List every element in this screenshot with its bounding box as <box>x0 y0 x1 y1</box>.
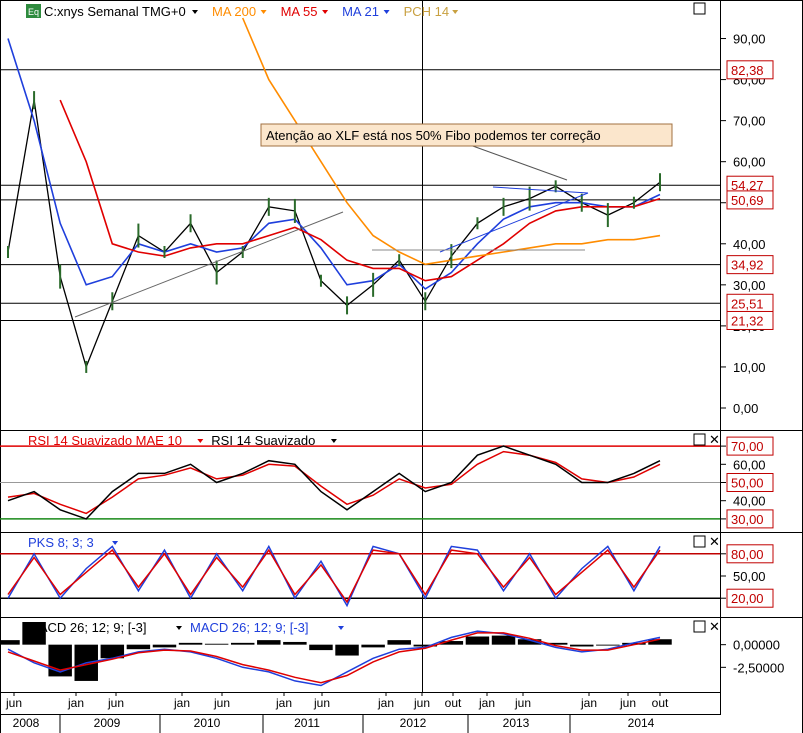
macd-maximize-button[interactable] <box>693 620 706 633</box>
month-label: jan <box>580 696 597 710</box>
price-tick-label: 70,00 <box>733 114 766 129</box>
year-label: 2014 <box>628 716 655 730</box>
legend-item[interactable]: MA 200 <box>212 4 256 19</box>
month-label: jun <box>313 696 330 710</box>
month-label: jun <box>514 696 531 710</box>
month-label: jun <box>5 696 22 710</box>
rsi-close-icon[interactable]: ✕ <box>709 432 720 447</box>
pks-maximize-button[interactable] <box>693 535 706 548</box>
level-tag-text: 80,00 <box>731 547 764 562</box>
price-tick-label: 0,00 <box>733 401 758 416</box>
month-label: out <box>652 696 669 710</box>
legend-item[interactable]: RSI 14 Suavizado MAE 10 <box>28 433 182 448</box>
month-label: jan <box>173 696 190 710</box>
equity-badge-text: Eq <box>28 7 39 17</box>
macd-histogram-bar <box>152 644 177 648</box>
macd-histogram-bar <box>257 640 281 645</box>
macd-histogram-bar <box>230 642 255 645</box>
month-label: jan <box>377 696 394 710</box>
macd-histogram-bar <box>361 644 385 648</box>
price-tick-label: 10,00 <box>733 360 766 375</box>
level-tag-text: 20,00 <box>731 591 764 606</box>
tick-label: 40,00 <box>733 494 766 509</box>
legend-item[interactable]: RSI 14 Suavizado <box>211 433 315 448</box>
macd-close-icon[interactable]: ✕ <box>709 619 720 634</box>
year-label: 2010 <box>194 716 221 730</box>
legend-item[interactable]: MA 55 <box>281 4 318 19</box>
level-tag-text: 30,00 <box>731 512 764 527</box>
month-label: out <box>445 696 462 710</box>
legend-item[interactable]: PCH 14 <box>404 4 450 19</box>
macd-histogram-bar <box>570 644 594 647</box>
legend-item[interactable]: C:xnys Semanal TMG+0 <box>44 4 186 19</box>
tick-label: 50,00 <box>733 569 766 584</box>
month-label: jun <box>213 696 230 710</box>
month-label: jan <box>275 696 292 710</box>
month-label: jun <box>413 696 430 710</box>
macd-histogram-bar <box>178 642 203 645</box>
legend-item[interactable]: PKS 8; 3; 3 <box>28 535 94 550</box>
stock-chart: Atenção ao XLF está nos 50% Fibo podemos… <box>0 0 803 733</box>
macd-histogram-bar <box>0 640 20 645</box>
legend-item[interactable]: MACD 26; 12; 9; [-3] <box>190 620 309 635</box>
macd-histogram-bar <box>335 644 359 656</box>
macd-histogram-bar <box>465 636 490 645</box>
price-level-tag-text: 21,32 <box>731 313 764 328</box>
macd-histogram-bar <box>204 643 229 645</box>
year-label: 2009 <box>94 716 121 730</box>
macd-histogram-bar <box>491 635 516 645</box>
macd-histogram-bar <box>309 644 333 651</box>
year-label: 2008 <box>13 716 40 730</box>
tick-label: -2,50000 <box>733 660 784 675</box>
price-level-tag-text: 50,69 <box>731 193 764 208</box>
macd-histogram-bar <box>648 639 672 645</box>
rsi-axis: 70,00 60,00 50,00 40,00 30,00 <box>720 436 774 529</box>
legend-item[interactable]: MA 21 <box>342 4 379 19</box>
legend-item[interactable]: MACD 26; 12; 9; [-3] <box>28 620 147 635</box>
price-tick-label: 90,00 <box>733 32 766 47</box>
annotation-text: Atenção ao XLF está nos 50% Fibo podemos… <box>266 128 601 143</box>
price-level-tag-text: 25,51 <box>731 296 764 311</box>
year-label: 2012 <box>400 716 427 730</box>
macd-histogram-bar <box>283 641 307 645</box>
pks-close-icon[interactable]: ✕ <box>709 534 720 549</box>
rsi-maximize-button[interactable] <box>693 433 706 446</box>
price-tick-label: 40,00 <box>733 237 766 252</box>
macd-histogram-bar <box>596 644 620 646</box>
month-label: jan <box>67 696 84 710</box>
tick-label: 60,00 <box>733 457 766 472</box>
tick-label: 0,00000 <box>733 638 780 653</box>
price-level-tag-text: 82,38 <box>731 63 764 78</box>
month-label: jun <box>619 696 636 710</box>
macd-histogram-bar <box>126 644 151 650</box>
price-tick-label: 60,00 <box>733 155 766 170</box>
price-tick-label: 30,00 <box>733 278 766 293</box>
month-label: jan <box>478 696 495 710</box>
price-level-tag-text: 34,92 <box>731 258 764 273</box>
year-label: 2013 <box>503 716 530 730</box>
macd-histogram-bar <box>387 640 411 645</box>
year-label: 2011 <box>294 716 320 730</box>
level-tag-text: 70,00 <box>731 439 764 454</box>
level-tag-text: 50,00 <box>731 476 764 491</box>
month-label: jun <box>107 696 124 710</box>
maximize-button[interactable] <box>693 2 706 15</box>
